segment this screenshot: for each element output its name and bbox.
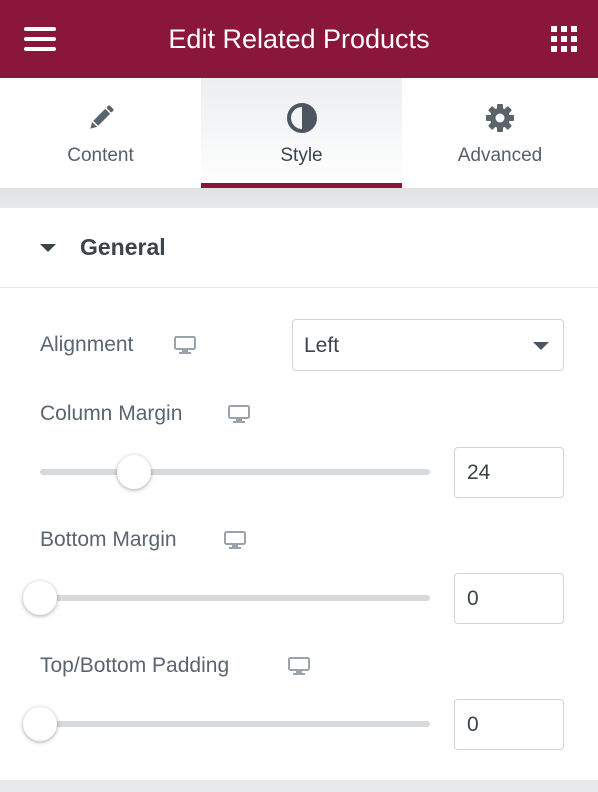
tab-style[interactable]: Style xyxy=(201,78,402,188)
alignment-label: Alignment xyxy=(40,333,134,356)
column-margin-slider-handle[interactable] xyxy=(117,455,151,489)
bottom-margin-value: 0 xyxy=(467,587,479,610)
alignment-value: Left xyxy=(304,334,340,357)
column-margin-slider-track[interactable] xyxy=(40,469,430,475)
bottom-margin-input[interactable]: 0 xyxy=(454,573,564,624)
section-title: General xyxy=(80,234,166,260)
pencil-icon xyxy=(0,102,201,134)
desktop-icon[interactable] xyxy=(174,336,196,354)
general-section: General Alignment Left Column Margin 24 … xyxy=(0,208,598,780)
grid-apps-icon[interactable] xyxy=(551,26,577,52)
column-margin-value: 24 xyxy=(467,461,491,484)
caret-down-icon xyxy=(40,244,56,252)
tab-content-label: Content xyxy=(67,145,134,166)
alignment-select[interactable]: Left xyxy=(292,319,564,371)
gear-icon xyxy=(402,102,598,134)
top-bottom-padding-slider-track[interactable] xyxy=(40,721,430,727)
bottom-margin-label: Bottom Margin xyxy=(40,528,177,551)
panel-title: Edit Related Products xyxy=(168,24,430,54)
section-header-general[interactable]: General xyxy=(0,208,598,288)
tab-content[interactable]: Content xyxy=(0,78,201,188)
bottom-margin-slider-track[interactable] xyxy=(40,595,430,601)
chevron-down-icon xyxy=(533,342,549,350)
top-bottom-padding-input[interactable]: 0 xyxy=(454,699,564,750)
column-margin-input[interactable]: 24 xyxy=(454,447,564,498)
desktop-icon[interactable] xyxy=(224,531,246,549)
panel-header: Edit Related Products xyxy=(0,0,598,78)
tab-style-label: Style xyxy=(280,145,323,166)
tab-advanced[interactable]: Advanced xyxy=(402,78,598,188)
desktop-icon[interactable] xyxy=(228,405,250,423)
top-bottom-padding-label: Top/Bottom Padding xyxy=(40,654,230,677)
column-margin-label: Column Margin xyxy=(40,402,183,425)
half-circle-icon xyxy=(201,102,402,134)
tabs-divider xyxy=(0,188,598,208)
desktop-icon[interactable] xyxy=(288,657,310,675)
top-bottom-padding-value: 0 xyxy=(467,713,479,736)
bottom-margin-slider-handle[interactable] xyxy=(23,581,57,615)
top-bottom-padding-slider-handle[interactable] xyxy=(23,707,57,741)
tab-advanced-label: Advanced xyxy=(457,145,543,166)
panel-tabs: Content Style Advanced xyxy=(0,78,598,188)
